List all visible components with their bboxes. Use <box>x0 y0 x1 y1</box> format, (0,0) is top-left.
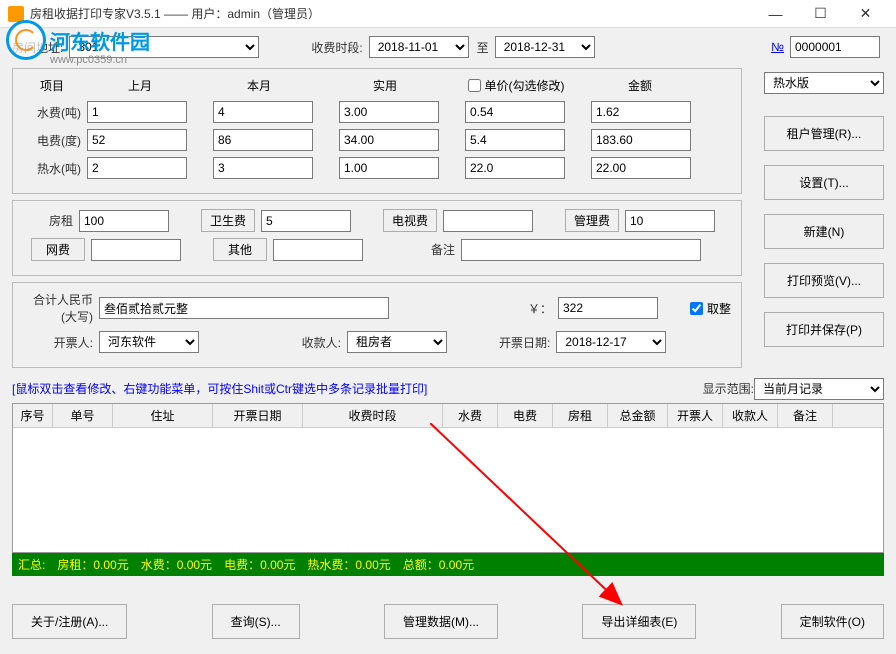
hotwater-current[interactable] <box>213 157 313 179</box>
range-select[interactable]: 当前月记录 <box>754 378 884 400</box>
electric-current[interactable] <box>213 129 313 151</box>
settings-button[interactable]: 设置(T)... <box>764 165 884 200</box>
col-current: 本月 <box>199 77 319 95</box>
net-label-btn[interactable]: 网费 <box>31 238 85 261</box>
issuer-select[interactable]: 河东软件 <box>99 331 199 353</box>
payee-select[interactable]: 租房者 <box>347 331 447 353</box>
yen-amount-input[interactable] <box>558 297 658 319</box>
print-save-button[interactable]: 打印并保存(P) <box>764 312 884 347</box>
clean-label-btn[interactable]: 卫生费 <box>201 209 255 232</box>
water-price[interactable] <box>465 101 565 123</box>
price-edit-checkbox[interactable] <box>468 79 481 92</box>
cn-amount-input[interactable] <box>99 297 389 319</box>
electric-price[interactable] <box>465 129 565 151</box>
row-hotwater: 热水(吨) <box>23 157 731 179</box>
logo-name: 河东软件园 <box>50 26 150 55</box>
net-input[interactable] <box>91 239 181 261</box>
serial-label: № <box>771 40 784 54</box>
water-amount[interactable] <box>591 101 691 123</box>
minimize-button[interactable]: — <box>753 0 798 28</box>
col-last: 上月 <box>87 77 193 95</box>
other-input[interactable] <box>273 239 363 261</box>
records-table[interactable]: 序号 单号 住址 开票日期 收费时段 水费 电费 房租 总金额 开票人 收款人 … <box>12 403 884 553</box>
date-to-label: 至 <box>475 39 489 56</box>
close-button[interactable]: ✕ <box>843 0 888 28</box>
col-actual: 实用 <box>325 77 445 95</box>
logo-url: www.pc0359.cn <box>50 54 127 66</box>
mgmt-label-btn[interactable]: 管理费 <box>565 209 619 232</box>
clean-input[interactable] <box>261 210 351 232</box>
mgmt-input[interactable] <box>625 210 715 232</box>
row-water: 水费(吨) <box>23 101 731 123</box>
manage-data-button[interactable]: 管理数据(M)... <box>384 604 498 639</box>
bottom-toolbar: 关于/注册(A)... 查询(S)... 管理数据(M)... 导出详细表(E)… <box>0 584 896 649</box>
totals-panel: 合计人民币 (大写) ￥： 取整 开票人: 河东软件 收款人: 租房者 开票日期… <box>12 282 742 368</box>
watermark-logo: 河东软件园 www.pc0359.cn <box>0 20 200 60</box>
electric-last[interactable] <box>87 129 187 151</box>
summary-bar: 汇总:房租：0.00元 水费：0.00元 电费：0.00元 热水费：0.00元 … <box>12 553 884 576</box>
hotwater-amount[interactable] <box>591 157 691 179</box>
tv-input[interactable] <box>443 210 533 232</box>
hotwater-last[interactable] <box>87 157 187 179</box>
tenant-mgmt-button[interactable]: 租户管理(R)... <box>764 116 884 151</box>
row-electric: 电费(度) <box>23 129 731 151</box>
usage-panel: 项目 上月 本月 实用 单价(勾选修改) 金额 水费(吨) <box>12 68 742 194</box>
date-to-select[interactable]: 2018-12-31 <box>495 36 595 58</box>
window-controls: — ☐ ✕ <box>753 0 888 28</box>
water-last[interactable] <box>87 101 187 123</box>
date-from-select[interactable]: 2018-11-01 <box>369 36 469 58</box>
serial-input[interactable] <box>790 36 880 58</box>
range-label: 显示范围: <box>703 380 754 397</box>
table-header: 序号 单号 住址 开票日期 收费时段 水费 电费 房租 总金额 开票人 收款人 … <box>13 404 883 428</box>
col-price: 单价(勾选修改) <box>451 77 581 95</box>
round-checkbox-wrap[interactable]: 取整 <box>690 300 731 317</box>
print-preview-button[interactable]: 打印预览(V)... <box>764 263 884 298</box>
logo-icon <box>6 20 46 60</box>
electric-actual[interactable] <box>339 129 439 151</box>
new-button[interactable]: 新建(N) <box>764 214 884 249</box>
tv-label-btn[interactable]: 电视费 <box>383 209 437 232</box>
col-amount: 金额 <box>587 77 693 95</box>
fees-panel: 房租 卫生费 电视费 管理费 网费 其他 备注 <box>12 200 742 276</box>
electric-amount[interactable] <box>591 129 691 151</box>
water-current[interactable] <box>213 101 313 123</box>
period-label: 收费时段: <box>311 39 362 56</box>
col-item: 项目 <box>23 77 81 95</box>
round-checkbox[interactable] <box>690 302 703 315</box>
water-actual[interactable] <box>339 101 439 123</box>
query-button[interactable]: 查询(S)... <box>212 604 300 639</box>
records-hint: [鼠标双击查看修改、右键功能菜单，可按住Shit或Ctr键选中多条记录批量打印] <box>12 380 427 397</box>
remark-input[interactable] <box>461 239 701 261</box>
maximize-button[interactable]: ☐ <box>798 0 843 28</box>
issue-date-select[interactable]: 2018-12-17 <box>556 331 666 353</box>
export-detail-button[interactable]: 导出详细表(E) <box>582 604 696 639</box>
sidebar: 热水版 租户管理(R)... 设置(T)... 新建(N) 打印预览(V)...… <box>764 72 884 361</box>
rent-input[interactable] <box>79 210 169 232</box>
hotwater-actual[interactable] <box>339 157 439 179</box>
mode-select[interactable]: 热水版 <box>764 72 884 94</box>
about-register-button[interactable]: 关于/注册(A)... <box>12 604 127 639</box>
custom-software-button[interactable]: 定制软件(O) <box>781 604 884 639</box>
hotwater-price[interactable] <box>465 157 565 179</box>
other-label-btn[interactable]: 其他 <box>213 238 267 261</box>
